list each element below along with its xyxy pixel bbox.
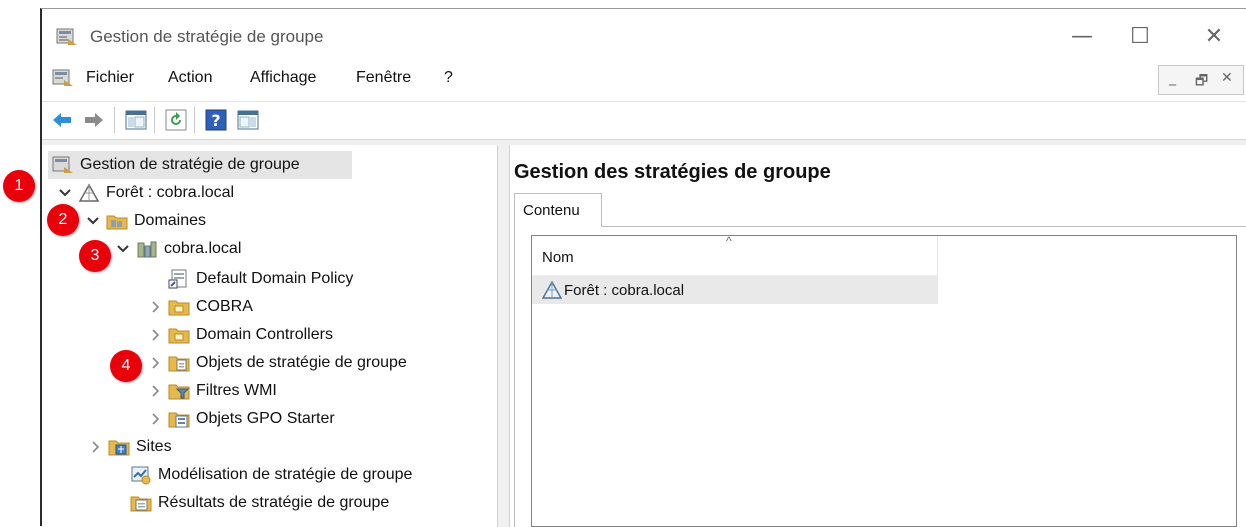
tree-item-domain-cobra[interactable]: cobra.local [114, 235, 241, 263]
forest-triangle-icon [78, 183, 100, 202]
tree-label-starter: Objets GPO Starter [196, 410, 335, 427]
tree-item-gpo-container[interactable]: Objets de stratégie de groupe [146, 349, 407, 377]
column-header-label: Nom [542, 249, 574, 266]
mmc-menu-icon[interactable] [52, 68, 74, 88]
tree-item-sites[interactable]: Sites [86, 433, 172, 461]
tree-label-root: Gestion de stratégie de groupe [80, 156, 300, 173]
tree-item-domains[interactable]: Domaines [84, 207, 206, 235]
tree-label-default-policy: Default Domain Policy [196, 270, 354, 287]
forest-triangle-icon [542, 281, 562, 299]
toolbar: ? [42, 101, 1246, 137]
show-hide-action-pane-icon[interactable] [236, 108, 260, 132]
menu-action[interactable]: Action [168, 69, 212, 87]
tree-label-forest: Forêt : cobra.local [106, 184, 235, 201]
main-window: Gestion de stratégie de groupe — ☐ ✕ Fic… [40, 8, 1246, 527]
forward-arrow-icon[interactable] [82, 108, 106, 132]
toolbar-separator [154, 107, 155, 133]
domain-icon [137, 241, 157, 258]
back-arrow-icon[interactable] [50, 108, 74, 132]
window-title: Gestion de stratégie de groupe [90, 27, 324, 46]
show-hide-console-tree-icon[interactable] [124, 108, 148, 132]
menu-affichage[interactable]: Affichage [250, 69, 316, 87]
menu-fichier[interactable]: Fichier [86, 69, 134, 87]
chevron-down-icon[interactable] [114, 240, 132, 258]
tree-item-root[interactable]: Gestion de stratégie de groupe [48, 151, 352, 179]
tree-item-domain-controllers[interactable]: Domain Controllers [146, 321, 333, 349]
gpo-link-icon [168, 269, 187, 289]
tree-item-modeling[interactable]: Modélisation de stratégie de groupe [108, 461, 412, 489]
help-icon[interactable]: ? [204, 108, 228, 132]
tree-label-results: Résultats de stratégie de groupe [158, 494, 390, 511]
tab-contenu[interactable]: Contenu [514, 193, 602, 227]
tree-label-gpo: Objets de stratégie de groupe [196, 354, 407, 371]
details-pane-title: Gestion des stratégies de groupe [514, 161, 831, 183]
menu-help[interactable]: ? [444, 69, 453, 87]
ou-folder-icon [168, 300, 190, 316]
gpo-folder-icon [168, 356, 190, 372]
tree-item-wmi-filters[interactable]: Filtres WMI [146, 377, 277, 405]
column-header-nom[interactable]: ^ Nom [532, 234, 938, 276]
mdi-controls: _ 🗗 ✕ [1158, 65, 1244, 95]
wmi-filter-folder-icon [168, 384, 190, 400]
toolbar-separator [194, 107, 195, 133]
domains-folder-icon [106, 215, 128, 230]
tab-panel-contenu: ^ Nom Forêt : cobra.local [514, 227, 1246, 527]
menu-fenetre[interactable]: Fenêtre [356, 69, 411, 87]
tree-item-default-domain-policy[interactable]: Default Domain Policy [146, 265, 353, 293]
chevron-right-icon[interactable] [146, 354, 164, 372]
list-item-label: Forêt : cobra.local [564, 281, 685, 299]
gp-modeling-icon [131, 466, 151, 485]
chevron-right-icon[interactable] [146, 410, 164, 428]
tree-item-starter-gpos[interactable]: Objets GPO Starter [146, 405, 335, 433]
list-item[interactable]: Forêt : cobra.local [532, 276, 938, 304]
chevron-down-icon[interactable] [84, 212, 102, 230]
maximize-button[interactable]: ☐ [1120, 23, 1160, 51]
gpmc-app-icon [56, 28, 77, 45]
chevron-down-icon[interactable] [56, 184, 74, 202]
menu-bar: Fichier Action Affichage Fenêtre ? [42, 65, 1246, 95]
gpmc-root-icon [52, 156, 73, 173]
title-bar: Gestion de stratégie de groupe — ☐ ✕ [42, 9, 1246, 61]
mdi-close-button[interactable]: ✕ [1221, 70, 1233, 86]
chevron-right-icon[interactable] [86, 438, 104, 456]
refresh-icon[interactable] [164, 108, 188, 132]
tree-label-domains: Domaines [134, 212, 207, 229]
toolbar-separator [114, 107, 115, 133]
tree-label-sites: Sites [136, 438, 172, 455]
tree-label-domain-controllers: Domain Controllers [196, 326, 333, 343]
svg-text:?: ? [211, 111, 220, 130]
tree-label-wmi: Filtres WMI [196, 382, 277, 399]
tree-item-ou-cobra[interactable]: COBRA [146, 293, 253, 321]
console-tree: Gestion de stratégie de groupe Forêt : c… [42, 145, 498, 527]
chevron-right-icon[interactable] [146, 382, 164, 400]
annotation-badge-2: 2 [47, 204, 79, 236]
chevron-right-icon[interactable] [146, 326, 164, 344]
tree-item-results[interactable]: Résultats de stratégie de groupe [108, 489, 389, 517]
chevron-right-icon[interactable] [146, 298, 164, 316]
annotation-badge-4: 4 [110, 350, 142, 382]
details-pane: Gestion des stratégies de groupe Contenu… [510, 145, 1246, 527]
sort-ascending-icon: ^ [726, 234, 732, 248]
tree-label-cobra-ou: COBRA [196, 298, 253, 315]
annotation-badge-1: 1 [3, 170, 35, 202]
tree-label-domain: cobra.local [164, 240, 242, 257]
gp-results-icon [130, 496, 152, 512]
pane-splitter[interactable] [498, 145, 510, 527]
contents-list: ^ Nom Forêt : cobra.local [531, 234, 1237, 527]
tree-item-forest[interactable]: Forêt : cobra.local [56, 179, 234, 207]
close-button[interactable]: ✕ [1194, 23, 1234, 51]
mdi-restore-button[interactable]: 🗗 [1195, 70, 1208, 94]
tree-label-modeling: Modélisation de stratégie de groupe [158, 466, 413, 483]
ou-folder-icon [168, 328, 190, 344]
sites-folder-icon [108, 440, 130, 456]
mdi-minimize-button[interactable]: _ [1169, 70, 1176, 86]
annotation-badge-3: 3 [79, 240, 111, 272]
minimize-button[interactable]: — [1062, 23, 1102, 51]
starter-gpo-folder-icon [168, 412, 190, 428]
